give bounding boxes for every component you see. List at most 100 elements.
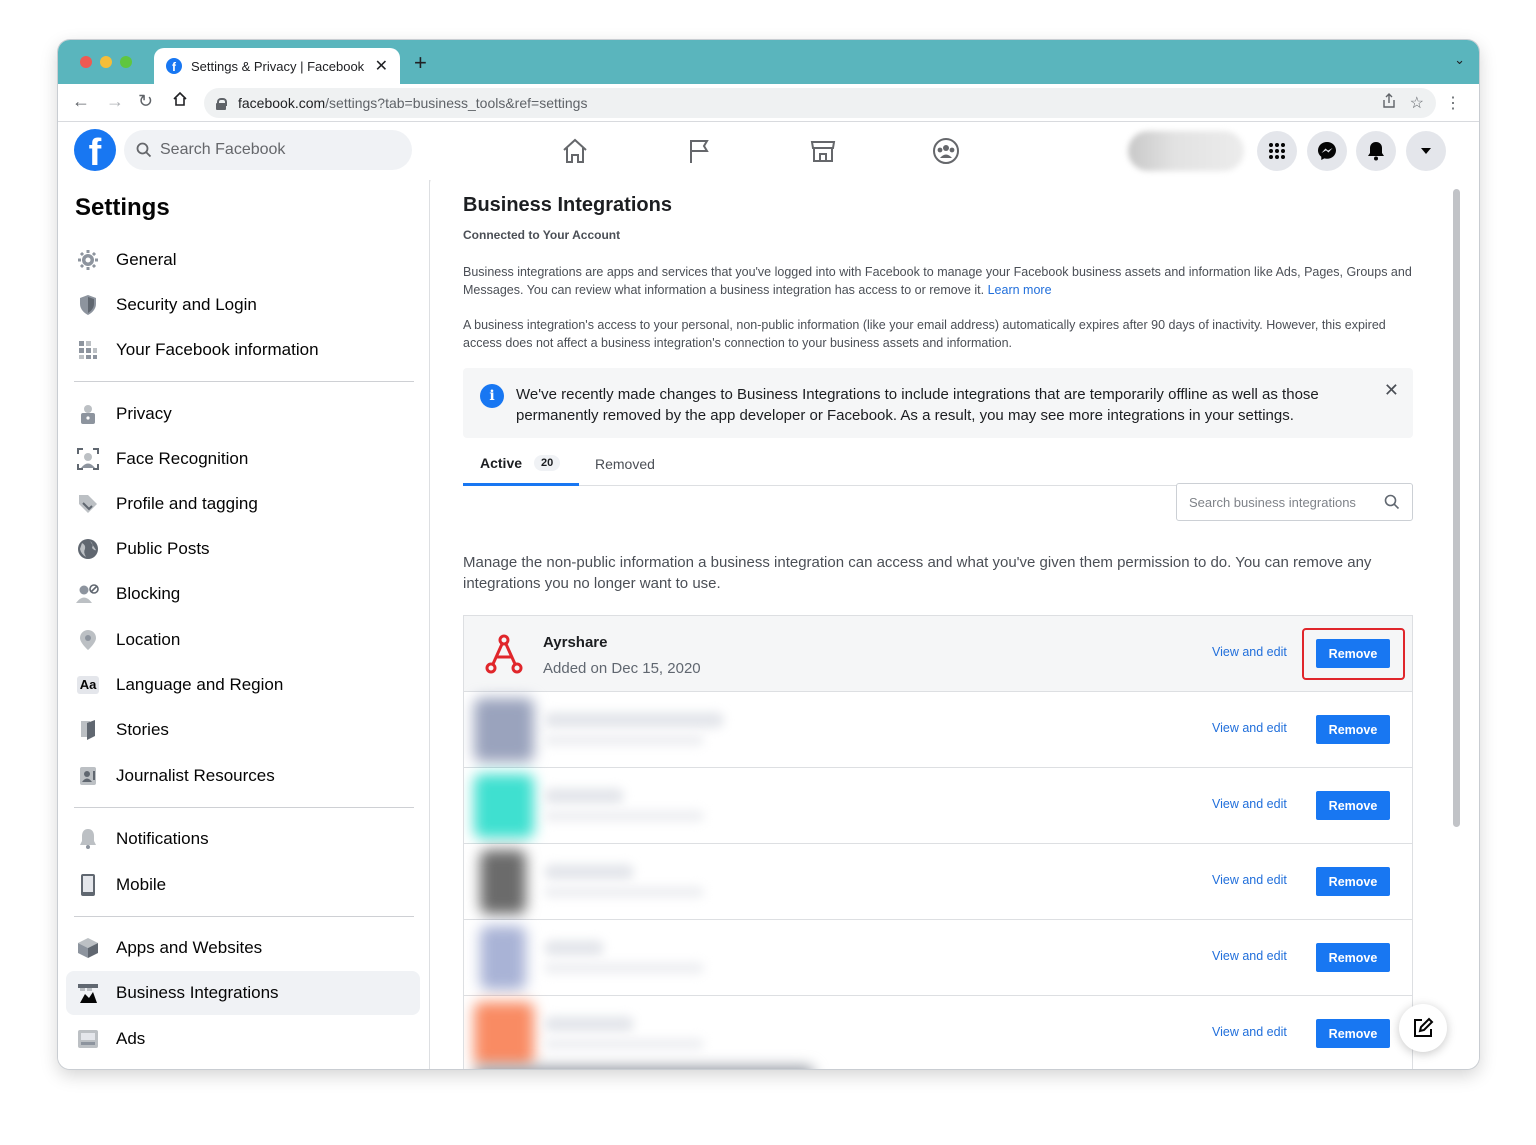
- integration-logo: [480, 850, 526, 914]
- view-and-edit-link[interactable]: View and edit: [1212, 1025, 1287, 1039]
- tab-bar: f Settings & Privacy | Facebook ✕ + ⌄: [58, 40, 1479, 84]
- browser-tab[interactable]: f Settings & Privacy | Facebook ✕: [154, 48, 400, 84]
- view-and-edit-link[interactable]: View and edit: [1212, 949, 1287, 963]
- integration-row: View and edit Remove: [464, 768, 1412, 844]
- facebook-favicon-icon: f: [166, 58, 182, 74]
- remove-button[interactable]: Remove: [1316, 867, 1390, 896]
- view-and-edit-link[interactable]: View and edit: [1212, 721, 1287, 735]
- remove-button[interactable]: Remove: [1316, 715, 1390, 744]
- blurred-date: [544, 810, 704, 822]
- tab-active[interactable]: Active 20: [463, 442, 579, 486]
- page-title: Business Integrations: [463, 194, 672, 216]
- home-icon[interactable]: [172, 91, 188, 112]
- scrollbar-thumb[interactable]: [1453, 189, 1460, 827]
- remove-button[interactable]: Remove: [1316, 943, 1390, 972]
- new-message-button[interactable]: [1399, 1004, 1447, 1052]
- profile-shortcut[interactable]: [1128, 131, 1244, 171]
- sidebar-item-label: Apps and Websites: [116, 938, 263, 957]
- notice-close-icon[interactable]: ✕: [1384, 380, 1399, 401]
- view-and-edit-link[interactable]: View and edit: [1212, 873, 1287, 887]
- forward-arrow-icon[interactable]: →: [106, 91, 124, 112]
- remove-button-highlight: [1302, 628, 1405, 680]
- ads-icon: [76, 1027, 100, 1051]
- sidebar-item-business-integrations[interactable]: Business Integrations: [66, 971, 420, 1015]
- tab-active-label: Active: [480, 454, 523, 471]
- business-search-input[interactable]: [1189, 494, 1384, 510]
- sidebar-item-your-information[interactable]: Your Facebook information: [66, 328, 420, 372]
- tag-icon: [76, 492, 100, 516]
- sidebar-divider: [74, 916, 414, 917]
- nav-pages-flag-icon[interactable]: [682, 134, 716, 168]
- view-and-edit-link[interactable]: View and edit: [1212, 645, 1287, 659]
- integration-logo: [480, 926, 526, 990]
- close-window-button[interactable]: [80, 56, 92, 68]
- messenger-icon[interactable]: [1307, 131, 1347, 171]
- blurred-name: [544, 712, 724, 728]
- view-and-edit-link[interactable]: View and edit: [1212, 797, 1287, 811]
- tab-removed[interactable]: Removed: [595, 442, 655, 486]
- tab-removed-label: Removed: [595, 456, 655, 472]
- notice-text: We've recently made changes to Business …: [516, 386, 1319, 424]
- sidebar-item-blocking[interactable]: Blocking: [66, 572, 420, 616]
- tab-close-icon[interactable]: ✕: [375, 56, 388, 76]
- sidebar-item-apps-websites[interactable]: Apps and Websites: [66, 926, 420, 970]
- manage-text: Manage the non-public information a busi…: [463, 554, 1372, 592]
- menu-grid-icon[interactable]: [1257, 131, 1297, 171]
- sidebar-item-profile-tagging[interactable]: Profile and tagging: [66, 482, 420, 526]
- info-notice: i We've recently made changes to Busines…: [463, 368, 1413, 438]
- sidebar-item-language-region[interactable]: Aa Language and Region: [66, 663, 420, 707]
- maximize-window-button[interactable]: [120, 56, 132, 68]
- sidebar-item-mobile[interactable]: Mobile: [66, 863, 420, 907]
- facebook-header: f: [58, 122, 1479, 180]
- sidebar-item-face-recognition[interactable]: Face Recognition: [66, 437, 420, 481]
- search-icon: [1384, 494, 1400, 510]
- nav-home-icon[interactable]: [558, 134, 592, 168]
- blurred-date: [544, 962, 704, 974]
- sidebar-item-public-posts[interactable]: Public Posts: [66, 527, 420, 571]
- reload-icon[interactable]: ↻: [138, 91, 153, 112]
- remove-button[interactable]: Remove: [1316, 791, 1390, 820]
- back-arrow-icon[interactable]: ←: [72, 91, 90, 112]
- share-icon[interactable]: [1382, 92, 1396, 114]
- integration-logo: [474, 698, 534, 762]
- browser-menu-icon[interactable]: ⋮: [1445, 93, 1461, 113]
- business-search[interactable]: [1176, 483, 1413, 521]
- sidebar-item-privacy[interactable]: Privacy: [66, 392, 420, 436]
- sidebar-item-security[interactable]: Security and Login: [66, 283, 420, 327]
- tab-search-chevron-icon[interactable]: ⌄: [1454, 52, 1465, 68]
- integration-row: View and edit Remove: [464, 920, 1412, 996]
- minimize-window-button[interactable]: [100, 56, 112, 68]
- sidebar-item-stories[interactable]: Stories: [66, 708, 420, 752]
- nav-marketplace-icon[interactable]: [806, 134, 840, 168]
- facebook-logo[interactable]: f: [74, 129, 116, 171]
- facebook-search[interactable]: [124, 130, 412, 170]
- remove-button[interactable]: Remove: [1316, 1019, 1390, 1048]
- address-bar[interactable]: facebook.com/settings?tab=business_tools…: [204, 88, 1436, 118]
- sidebar-divider: [74, 807, 414, 808]
- browser-toolbar: ← → ↻ facebook.com/settings?tab=business…: [58, 84, 1479, 122]
- notifications-bell-icon[interactable]: [1356, 131, 1396, 171]
- account-dropdown-icon[interactable]: [1406, 131, 1446, 171]
- lock-icon: [76, 402, 100, 426]
- id-card-icon: [76, 764, 100, 788]
- blurred-date: [544, 734, 704, 746]
- integration-logo: [474, 1002, 534, 1066]
- blurred-name: [544, 788, 624, 804]
- sidebar-item-label: Location: [116, 630, 181, 649]
- sidebar-item-ads[interactable]: Ads: [66, 1017, 420, 1061]
- sidebar-item-journalist-resources[interactable]: Journalist Resources: [66, 754, 420, 798]
- ayrshare-logo-icon: [480, 632, 528, 680]
- sidebar-item-general[interactable]: General: [66, 238, 420, 282]
- location-pin-icon: [76, 628, 100, 652]
- sidebar-item-notifications[interactable]: Notifications: [66, 817, 420, 861]
- nav-groups-icon[interactable]: [929, 134, 963, 168]
- new-tab-button[interactable]: +: [414, 50, 427, 76]
- integration-row: Ayrshare Added on Dec 15, 2020 View and …: [464, 616, 1412, 692]
- sidebar-item-label: General: [116, 250, 177, 269]
- lock-icon[interactable]: [216, 97, 227, 110]
- facebook-search-input[interactable]: [160, 141, 380, 159]
- sidebar-item-location[interactable]: Location: [66, 618, 420, 662]
- bookmark-star-icon[interactable]: ☆: [1410, 93, 1424, 113]
- language-icon: Aa: [76, 673, 100, 697]
- learn-more-link[interactable]: Learn more: [988, 283, 1052, 297]
